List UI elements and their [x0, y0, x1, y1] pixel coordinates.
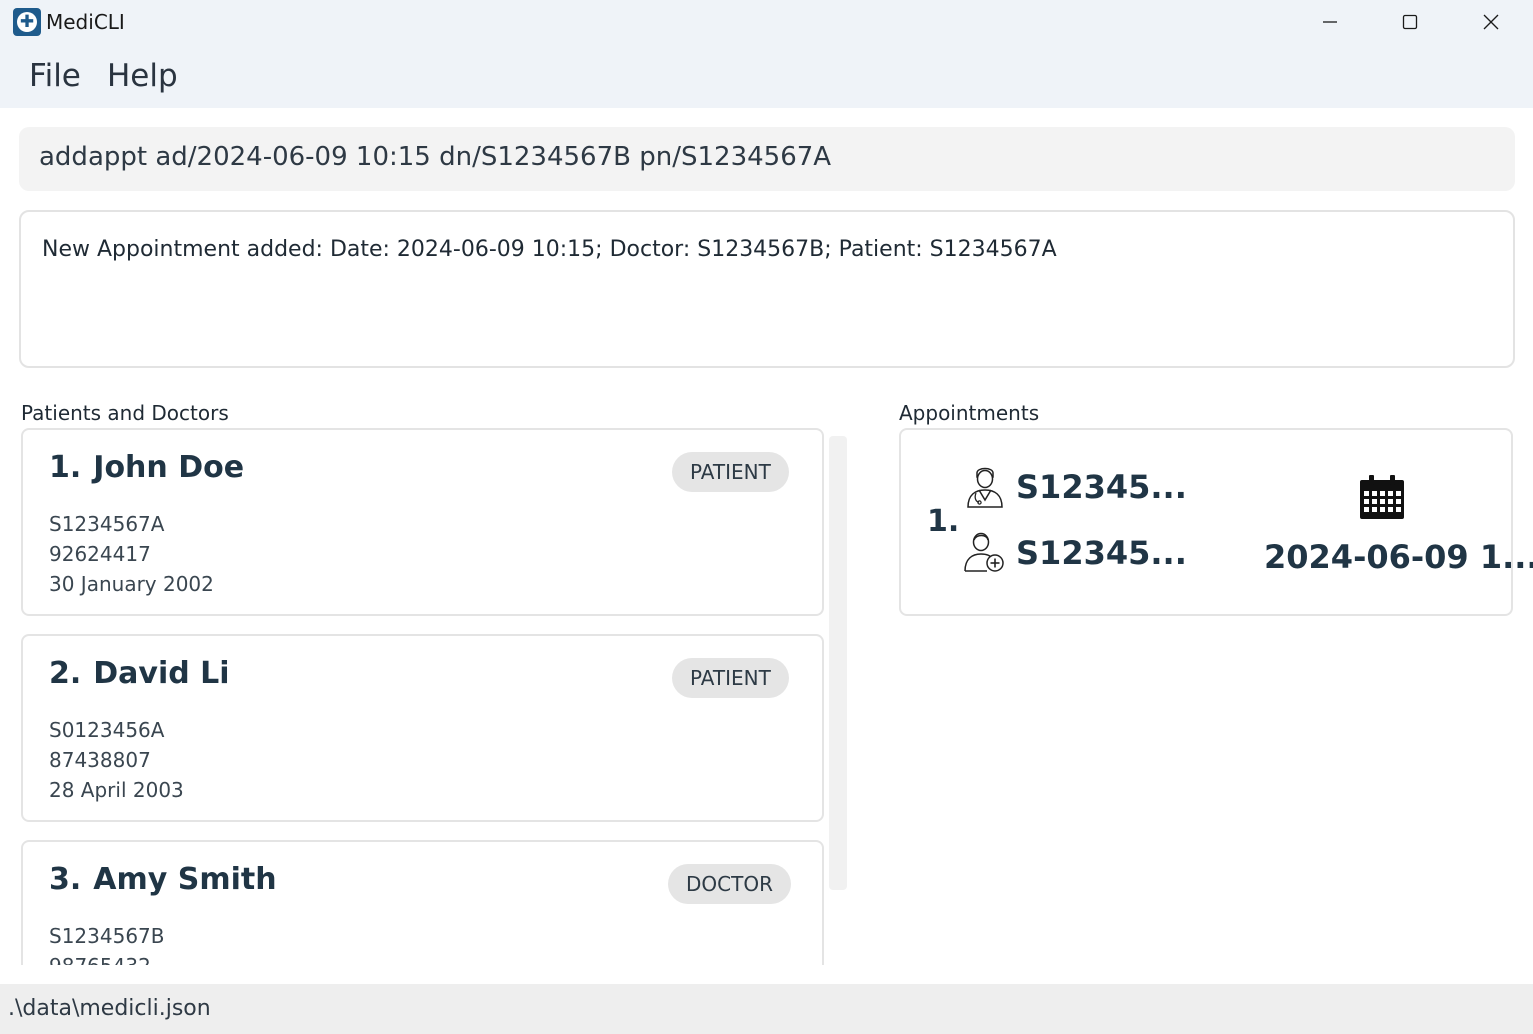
person-list[interactable]: 1. John Doe PATIENT S1234567A 92624417 30… — [21, 428, 825, 965]
appointment-doctor-id: S12345... — [1016, 468, 1187, 506]
role-badge: PATIENT — [672, 658, 789, 698]
person-heading: 3. Amy Smith — [49, 862, 277, 897]
person-list-scrollbar[interactable] — [829, 436, 847, 890]
close-icon — [1483, 14, 1499, 30]
menu-help[interactable]: Help — [107, 58, 178, 94]
persons-section-label: Patients and Doctors — [21, 401, 229, 425]
title-bar: ✚ MediCLI — [0, 0, 1533, 44]
person-dob: 30 January 2002 — [49, 572, 214, 596]
person-name: Amy Smith — [93, 862, 277, 897]
person-name: John Doe — [93, 450, 245, 485]
command-input-text: addappt ad/2024-06-09 10:15 dn/S1234567B… — [39, 142, 832, 172]
person-index: 2. — [49, 656, 82, 691]
person-card[interactable]: 3. Amy Smith DOCTOR S1234567B 98765432 — [21, 840, 824, 965]
window-title: MediCLI — [46, 10, 125, 34]
person-name: David Li — [93, 656, 230, 691]
person-phone: 87438807 — [49, 748, 151, 772]
person-heading: 1. John Doe — [49, 450, 244, 485]
result-message: New Appointment added: Date: 2024-06-09 … — [42, 237, 1057, 262]
appointment-patient-id: S12345... — [1016, 534, 1187, 572]
person-phone: 92624417 — [49, 542, 151, 566]
person-nric: S1234567B — [49, 924, 165, 948]
menu-file[interactable]: File — [29, 58, 81, 94]
person-card[interactable]: 1. John Doe PATIENT S1234567A 92624417 30… — [21, 428, 824, 616]
data-file-path: .\data\medicli.json — [8, 996, 211, 1021]
person-nric: S1234567A — [49, 512, 165, 536]
maximize-button[interactable] — [1370, 0, 1450, 44]
command-input[interactable]: addappt ad/2024-06-09 10:15 dn/S1234567B… — [19, 127, 1515, 191]
person-phone: 98765432 — [49, 954, 151, 965]
appointments-section-label: Appointments — [899, 401, 1040, 425]
appointment-index: 1. — [927, 504, 960, 539]
minimize-icon — [1323, 21, 1337, 23]
role-badge: PATIENT — [672, 452, 789, 492]
person-index: 1. — [49, 450, 82, 485]
maximize-icon — [1402, 14, 1418, 30]
person-card[interactable]: 2. David Li PATIENT S0123456A 87438807 28… — [21, 634, 824, 822]
medical-cross-icon: ✚ — [13, 8, 41, 36]
person-index: 3. — [49, 862, 82, 897]
minimize-button[interactable] — [1290, 0, 1370, 44]
appointment-card[interactable]: 1. S12345... S12345... 2024-06-09 1... — [899, 428, 1533, 616]
close-button[interactable] — [1451, 0, 1531, 44]
patient-icon — [964, 532, 1004, 572]
appointment-datetime: 2024-06-09 1... — [1264, 538, 1533, 576]
person-dob: 28 April 2003 — [49, 778, 184, 802]
doctor-icon — [967, 467, 1003, 508]
status-bar: .\data\medicli.json — [0, 984, 1533, 1034]
menu-bar: File Help — [0, 44, 1533, 108]
calendar-icon — [1360, 475, 1404, 519]
person-heading: 2. David Li — [49, 656, 230, 691]
role-badge: DOCTOR — [668, 864, 791, 904]
result-display[interactable]: New Appointment added: Date: 2024-06-09 … — [19, 210, 1515, 368]
person-nric: S0123456A — [49, 718, 165, 742]
